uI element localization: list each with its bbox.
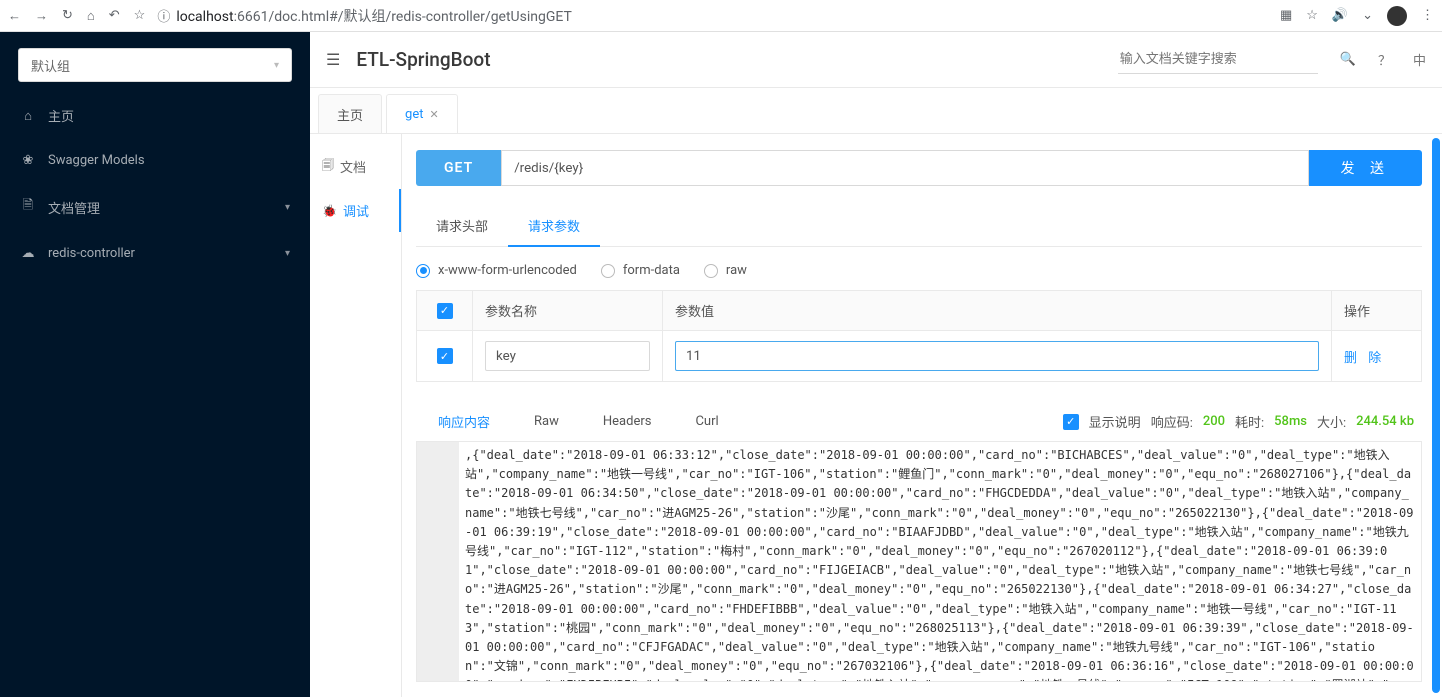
time-label: 耗时: [1235,412,1264,431]
chevron-down-icon: ▾ [285,248,290,259]
param-table: ✓ 参数名称 参数值 操作 ✓ 删 除 [416,290,1422,382]
radio-icon [704,264,718,278]
table-row: ✓ 删 除 [417,331,1422,382]
col-param-name: 参数名称 [473,291,663,331]
lang-toggle[interactable]: 中 [1413,50,1426,69]
sidebar-item-label: redis-controller [48,246,135,261]
resp-tab-content[interactable]: 响应内容 [416,402,512,441]
response-json[interactable]: ,{"deal_date":"2018-09-01 06:33:12","clo… [459,442,1421,681]
checkbox-show-desc[interactable]: ✓ [1063,414,1079,430]
tabs-row: 主页 get ✕ [310,94,1442,134]
req-tab-params[interactable]: 请求参数 [508,206,600,247]
debug-icon: 🐞 [322,204,337,218]
param-value-input[interactable] [675,341,1319,371]
chevron-down-icon: ▾ [274,60,279,71]
sidebar-item-redis-controller[interactable]: ☁ redis-controller ▾ [0,232,310,275]
send-button[interactable]: 发 送 [1309,150,1422,186]
show-desc-label: 显示说明 [1089,412,1141,431]
sub-tab-doc[interactable]: 🗐 文档 [310,144,401,189]
url-port: :6661 [234,9,269,25]
chevron-down-icon[interactable]: ⌄ [1362,8,1373,23]
radio-icon [601,264,615,278]
resp-tab-headers[interactable]: Headers [581,404,674,439]
radio-label: form-data [623,263,680,278]
cloud-icon: ☁ [20,246,36,261]
sidebar-item-label: Swagger Models [48,153,145,168]
group-select-value: 默认组 [31,56,70,75]
home-icon[interactable]: ⌂ [87,8,95,24]
app-title: ETL-SpringBoot [356,48,490,71]
forward-icon[interactable]: → [35,8,48,24]
response-body: ,{"deal_date":"2018-09-01 06:33:12","clo… [416,442,1422,682]
resp-tab-raw[interactable]: Raw [512,404,581,439]
url-host: localhost [176,9,233,25]
qr-icon[interactable]: ▦ [1280,8,1292,23]
radio-formdata[interactable]: form-data [601,263,680,278]
checkbox[interactable]: ✓ [437,348,453,364]
sub-tab-debug[interactable]: 🐞 调试 [310,189,401,232]
help-icon[interactable]: ？ [1378,50,1391,69]
scrollbar[interactable] [1432,138,1440,693]
tab-label: 主页 [337,105,363,124]
menu-toggle-icon[interactable]: ☰ [326,50,340,69]
tab-home[interactable]: 主页 [318,94,382,133]
sidebar-item-label: 主页 [48,106,74,125]
code-value: 200 [1203,414,1225,429]
code-label: 响应码: [1151,412,1193,431]
topbar: ☰ ETL-SpringBoot 🔍 ？ 中 [310,32,1442,88]
sub-tab-label: 调试 [343,201,369,220]
radio-icon [416,264,430,278]
avatar[interactable] [1387,6,1407,26]
resp-tab-curl[interactable]: Curl [673,404,740,439]
col-param-op: 操作 [1332,291,1422,331]
menu-icon[interactable]: ⋮ [1421,8,1434,23]
sidebar-item-doc-manage[interactable]: 🗎 文档管理 ▾ [0,182,310,232]
req-tab-headers[interactable]: 请求头部 [416,206,508,246]
radio-raw[interactable]: raw [704,263,747,278]
sidebar: 默认组 ▾ ⌂ 主页 ❀ Swagger Models 🗎 文档管理 ▾ ☁ redis… [0,32,310,697]
sub-sidebar: 🗐 文档 🐞 调试 [310,134,402,697]
undo-icon[interactable]: ↶ [109,8,120,24]
search-icon[interactable]: 🔍 [1340,52,1356,67]
param-name-input[interactable] [485,341,650,371]
info-icon[interactable]: ⓘ [157,6,170,25]
models-icon: ❀ [20,153,36,168]
method-badge: GET [416,150,501,186]
size-label: 大小: [1317,412,1346,431]
browser-toolbar: ← → ↻ ⌂ ↶ ☆ ⓘ localhost:6661/doc.html#/默… [0,0,1442,32]
tab-label: get [405,107,423,122]
speaker-icon[interactable]: 🔊 [1332,8,1348,23]
col-param-value: 参数值 [663,291,1332,331]
time-value: 58ms [1274,414,1307,429]
back-icon[interactable]: ← [8,8,21,24]
radio-urlencoded[interactable]: x-www-form-urlencoded [416,263,577,278]
tab-get[interactable]: get ✕ [386,94,458,133]
radio-label: x-www-form-urlencoded [438,263,577,278]
star-icon[interactable]: ☆ [134,8,146,24]
size-value: 244.54 kb [1356,414,1414,429]
sidebar-item-home[interactable]: ⌂ 主页 [0,92,310,139]
chevron-down-icon: ▾ [285,202,290,213]
reload-icon[interactable]: ↻ [62,8,73,24]
doc-icon: 🗐 [322,156,334,177]
group-select[interactable]: 默认组 ▾ [18,48,292,82]
doc-icon: 🗎 [20,196,36,218]
sub-tab-label: 文档 [340,157,366,176]
sidebar-item-swagger-models[interactable]: ❀ Swagger Models [0,139,310,182]
home-icon: ⌂ [20,108,36,124]
search-input[interactable] [1118,46,1318,74]
line-gutter [417,442,459,681]
close-icon[interactable]: ✕ [429,108,438,121]
delete-link[interactable]: 删 除 [1344,351,1385,366]
sidebar-item-label: 文档管理 [48,198,100,217]
checkbox-all[interactable]: ✓ [437,303,453,319]
url-path: /doc.html#/默认组/redis-controller/getUsing… [268,9,571,25]
bookmark-icon[interactable]: ☆ [1306,8,1318,23]
detail-panel: GET 发 送 请求头部 请求参数 x-www-form-urlencoded … [402,134,1430,697]
url-bar[interactable]: ⓘ localhost:6661/doc.html#/默认组/redis-con… [157,6,1268,26]
radio-label: raw [726,263,747,278]
path-input[interactable] [501,150,1308,186]
